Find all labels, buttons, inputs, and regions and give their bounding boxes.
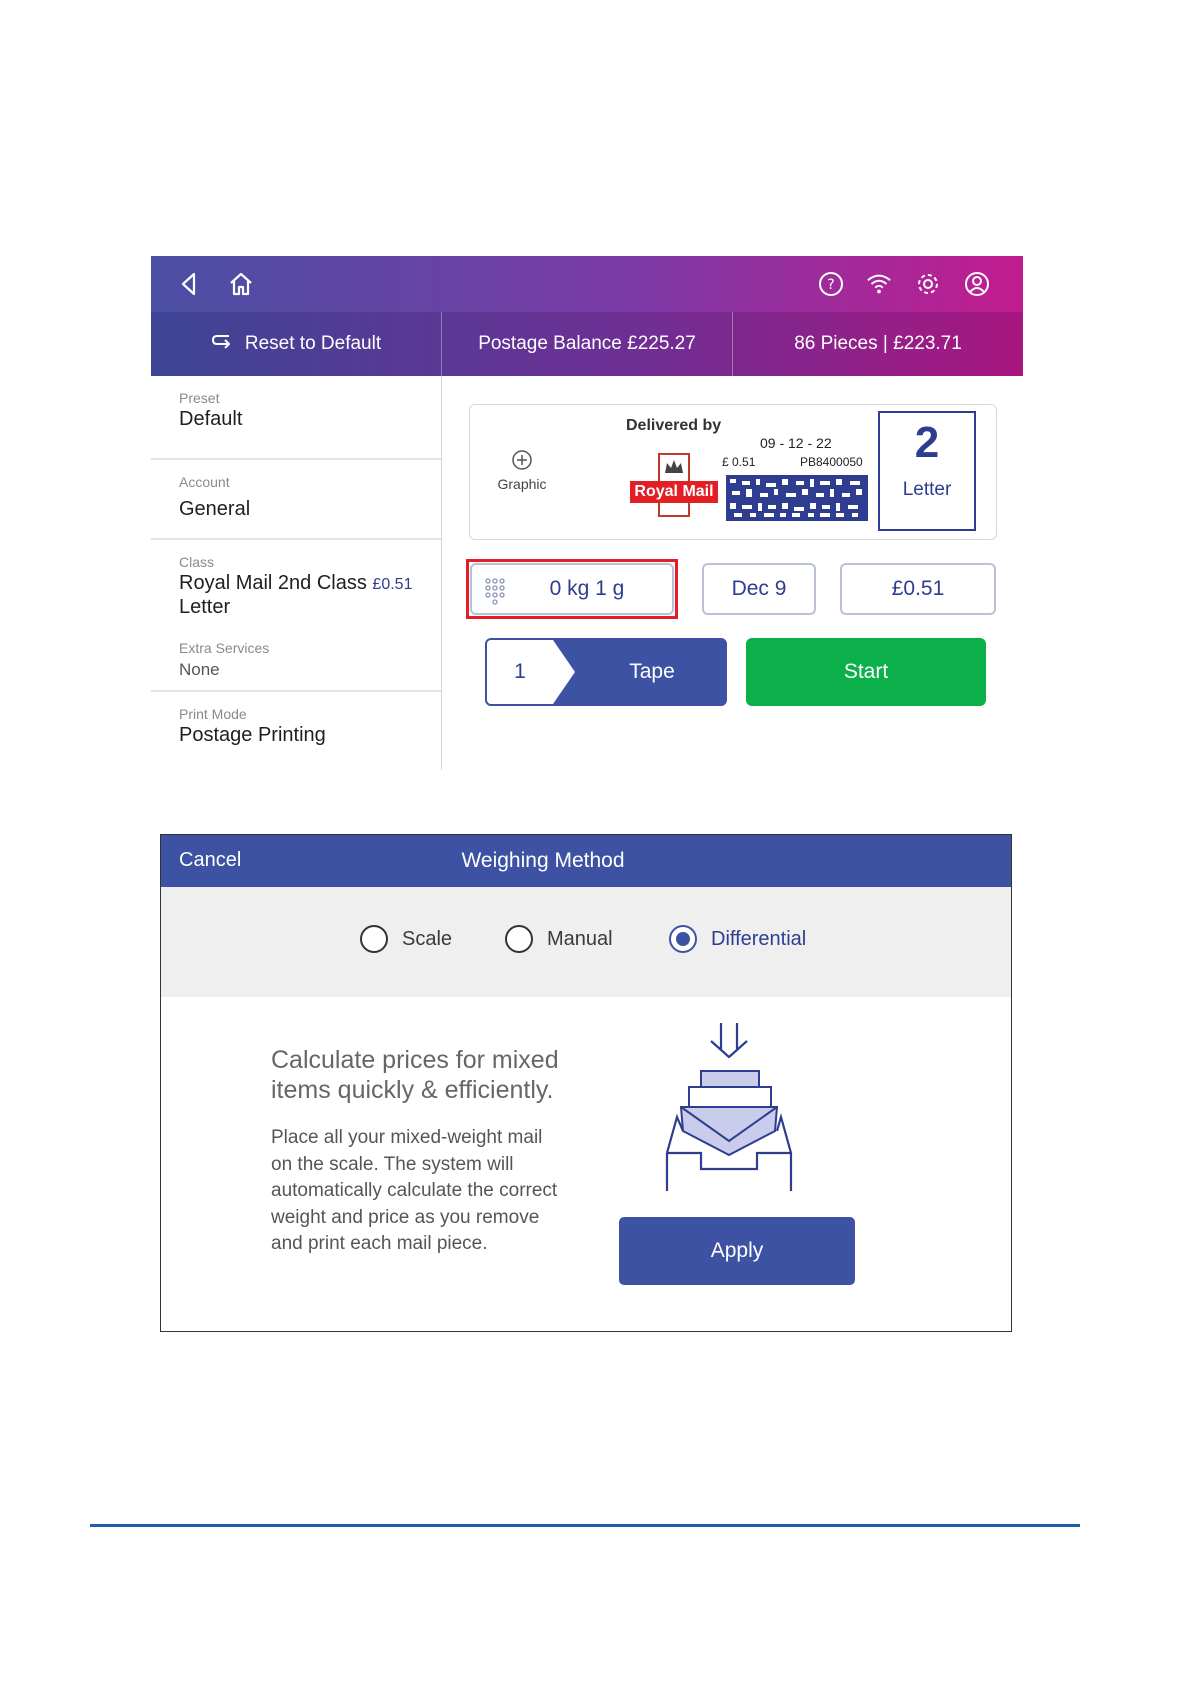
body-line: on the scale. The system will [271,1153,514,1175]
print-mode-label: Print Mode [179,706,247,722]
tape-button[interactable]: 1 Tape [485,638,727,706]
class-type-label: Letter [902,479,952,500]
extra-services-label: Extra Services [179,640,270,656]
royal-mail-logo: Royal Mail [630,453,718,517]
heading-line-1: Calculate prices for mixed [271,1046,559,1074]
help-icon[interactable]: ? [817,270,845,298]
class-number: 2 [914,418,940,467]
tape-count: 1 [514,660,526,683]
description-body: Place all your mixed-weight mail on the … [271,1125,557,1258]
account-setting[interactable]: Account General [151,460,441,538]
plus-circle-icon [512,450,532,470]
class-value: Royal Mail 2nd Class £0.51 [179,572,412,595]
print-mode-value: Postage Printing [179,724,326,746]
class-setting[interactable]: Class Royal Mail 2nd Class £0.51 Letter … [151,540,441,690]
radio-manual[interactable] [505,925,533,953]
description-heading: Calculate prices for mixed items quickly… [271,1045,559,1105]
postage-amount: £ 0.51 [722,455,756,469]
body-line: automatically calculate the correct [271,1180,558,1201]
radio-dot [676,932,690,946]
home-icon[interactable] [227,270,255,298]
postage-date: 09 - 12 - 22 [760,435,832,451]
class-label: Class [179,554,215,570]
weighing-options: Scale Manual Differential [161,887,1011,997]
keypad-icon [484,577,506,611]
weighing-method-dialog: Cancel Weighing Method Scale Manual Diff… [160,834,1012,1332]
top-nav-bar: ? [151,256,1023,312]
class-name: Royal Mail 2nd Class [179,572,367,594]
reset-label: Reset to Default [244,333,382,354]
start-button[interactable]: Start [746,638,986,706]
option-scale-label: Scale [402,927,453,950]
footer-divider [90,1524,1080,1527]
logo-frame [658,503,690,517]
date-button[interactable]: Dec 9 [702,563,816,615]
pieces-count[interactable]: 86 Pieces | £223.71 [733,312,1023,376]
preset-value: Default [179,408,243,430]
heading-line-2: items quickly & efficiently. [271,1076,554,1104]
settings-panel: Preset Default Account General Class Roy… [151,376,442,770]
delivered-by-label: Delivered by [626,417,722,434]
account-value: General [179,498,251,520]
print-mode-setting[interactable]: Print Mode Postage Printing [151,692,441,770]
datamatrix-barcode [726,475,868,521]
graphic-label: Graphic [497,476,547,492]
option-manual[interactable]: Manual [505,925,613,953]
class-type: Letter [179,596,231,618]
preset-label: Preset [179,390,220,406]
body-line: weight and price as you remove [271,1206,540,1228]
apply-button[interactable]: Apply [619,1217,855,1285]
body-line: Place all your mixed-weight mail [271,1127,543,1148]
wifi-icon[interactable] [865,270,893,298]
option-differential[interactable]: Differential [669,925,806,953]
postage-balance[interactable]: Postage Balance £225.27 [442,312,732,376]
meter-code: PB8400050 [800,455,863,469]
extra-services-value: None [179,660,220,679]
body-line: and print each mail piece. [271,1233,488,1254]
radio-differential-selected[interactable] [669,925,697,953]
dialog-title: Weighing Method [461,849,625,872]
option-manual-label: Manual [547,927,613,950]
radio-scale[interactable] [360,925,388,953]
weight-value: 0 kg 1 g [549,577,625,600]
royal-mail-brand: Royal Mail [630,481,718,503]
gear-icon[interactable] [914,270,942,298]
dialog-header: Cancel Weighing Method [161,835,1011,887]
price-button[interactable]: £0.51 [840,563,996,615]
postage-preview: Graphic Delivered by Royal Mail 09 - 12 … [469,404,997,540]
option-scale[interactable]: Scale [360,925,452,953]
reset-icon [211,332,233,356]
account-label: Account [179,474,230,490]
preset-setting[interactable]: Preset Default [151,376,441,458]
option-differential-label: Differential [711,927,807,950]
class-price: £0.51 [372,576,413,593]
crown-icon [658,453,690,483]
back-arrow-icon[interactable] [175,270,203,298]
weight-button[interactable]: 0 kg 1 g [470,563,674,615]
reset-to-default-button[interactable]: Reset to Default [151,312,441,376]
user-icon[interactable] [963,270,991,298]
tape-label: Tape [629,660,675,683]
class-indicator: 2 Letter [878,411,976,531]
svg-text:?: ? [827,277,834,293]
mail-tray-icon [661,1021,797,1195]
postage-screen: ? Reset to Default Postage Balance £225.… [151,256,1023,770]
status-bar: Reset to Default Postage Balance £225.27… [151,312,1023,376]
add-graphic-button[interactable]: Graphic [490,449,554,492]
